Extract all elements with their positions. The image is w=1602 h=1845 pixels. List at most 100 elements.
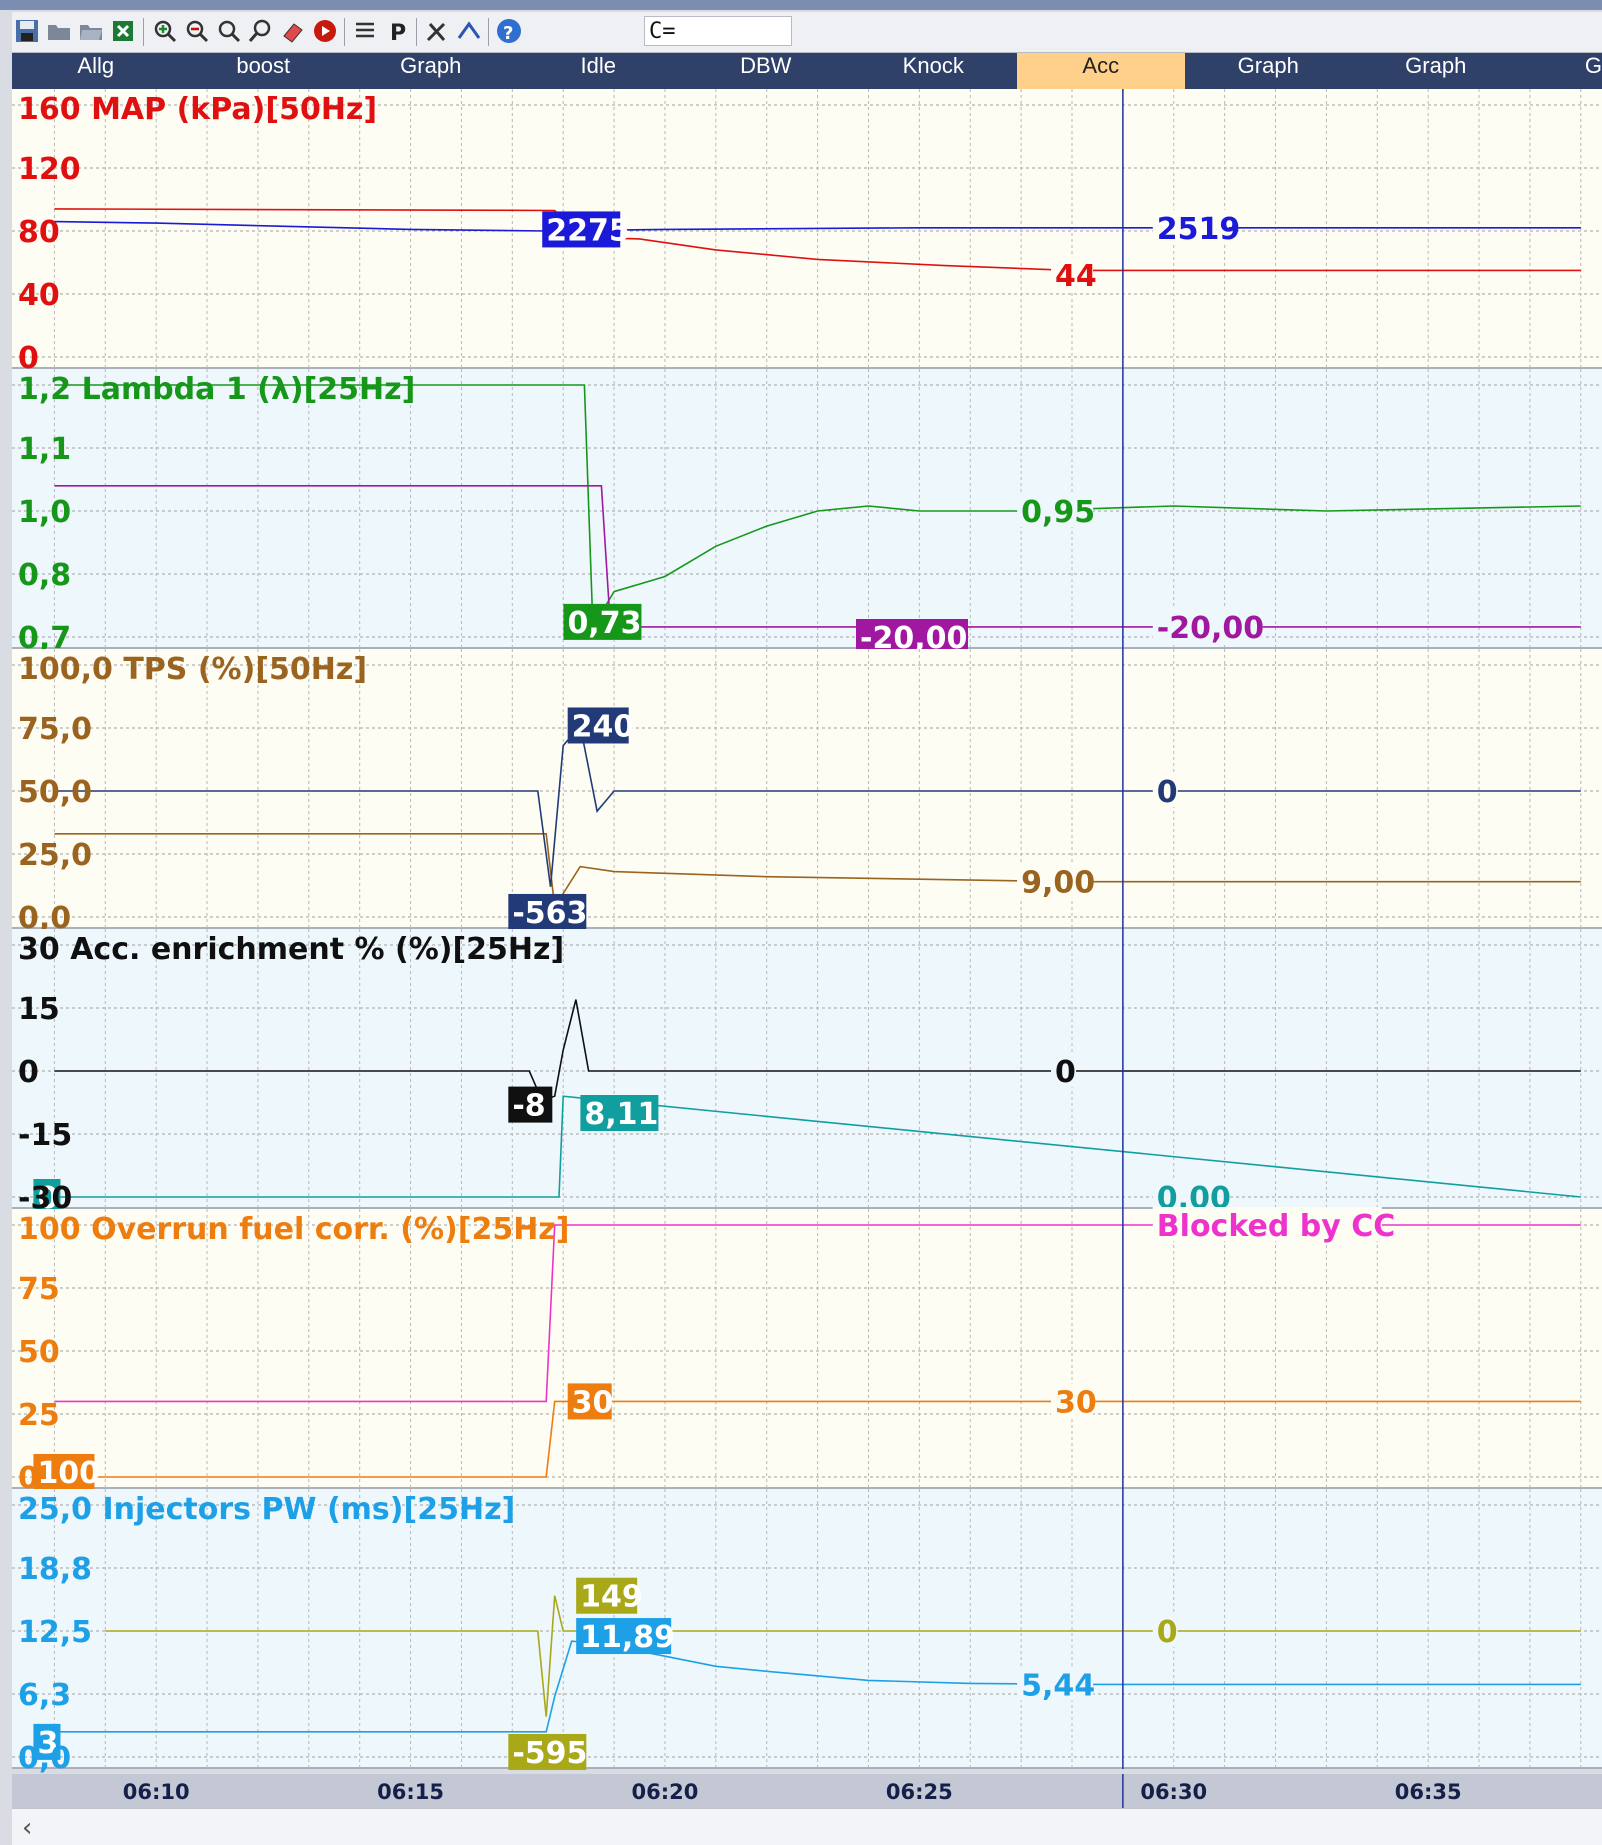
value-label-map: 44 bbox=[1055, 259, 1097, 294]
panel-background bbox=[12, 649, 1602, 929]
open-icon[interactable] bbox=[44, 16, 74, 46]
scroll-left-icon[interactable]: ‹ bbox=[22, 1813, 32, 1843]
formula-field[interactable]: C= bbox=[644, 16, 792, 46]
value-label-overrun2: Blocked by CC bbox=[1157, 1209, 1395, 1244]
help-icon[interactable]: ? bbox=[494, 16, 524, 46]
tab-bar: AllgboostGraphIdleDBWKnockAccGraphGraphG… bbox=[12, 53, 1602, 89]
zoom-out-icon[interactable] bbox=[182, 16, 212, 46]
panel-4: 30 30 100 Blocked by CC 100 Overrun fuel cor… bbox=[12, 1207, 1602, 1496]
tab-knock-5[interactable]: Knock bbox=[850, 53, 1018, 89]
value-label-inj: 5,44 bbox=[1021, 1668, 1095, 1703]
tab-graph-8[interactable]: Graph bbox=[1352, 53, 1520, 89]
title-strip bbox=[0, 0, 1602, 10]
value-label-inj2: 149 bbox=[580, 1580, 643, 1615]
y-tick-label: 15 bbox=[18, 992, 60, 1027]
x-tick-label: 06:35 bbox=[1395, 1780, 1462, 1804]
panel-0: 4422752519160 MAP (kPa)[50Hz]12080400 bbox=[12, 89, 1602, 376]
tools-icon[interactable] bbox=[422, 16, 452, 46]
excel-export-icon[interactable] bbox=[108, 16, 138, 46]
tab-graph-2[interactable]: Graph bbox=[347, 53, 515, 89]
zoom-in-icon[interactable] bbox=[150, 16, 180, 46]
window-edge bbox=[0, 10, 12, 1844]
y-tick-label: 6,3 bbox=[18, 1678, 71, 1713]
value-label-tps_rate: 0 bbox=[1157, 775, 1178, 810]
value-label-rpm: 2275 bbox=[546, 213, 630, 248]
value-label-acc2: 8,11 bbox=[584, 1097, 658, 1132]
zoom-fit-icon[interactable] bbox=[214, 16, 244, 46]
value-label-lambda: 0,73 bbox=[567, 606, 641, 641]
value-label-rpm: 2519 bbox=[1157, 212, 1241, 247]
value-label-acc: -8 bbox=[512, 1089, 545, 1124]
y-tick-label: 25,0 bbox=[18, 838, 92, 873]
y-tick-label: 0,0 bbox=[18, 1741, 71, 1774]
panel-title: 25,0 Injectors PW (ms)[25Hz] bbox=[18, 1492, 515, 1527]
panel-title: 160 MAP (kPa)[50Hz] bbox=[18, 92, 377, 127]
y-tick-label: 1,1 bbox=[18, 432, 71, 467]
time-axis: 06:10 06:15 06:20 06:25 06:30 06:35 bbox=[12, 1774, 1602, 1808]
y-tick-label: 120 bbox=[18, 152, 81, 187]
open-folder-icon[interactable] bbox=[76, 16, 106, 46]
value-label-acc: 0 bbox=[1055, 1055, 1076, 1090]
list-icon[interactable] bbox=[350, 16, 380, 46]
panel-3: -808,1100,0030 Acc. enrichment % (%)[25H… bbox=[12, 929, 1602, 1216]
panel-background bbox=[12, 1209, 1602, 1489]
tab-gra-9[interactable]: Gra bbox=[1520, 53, 1602, 89]
tab-boost-1[interactable]: boost bbox=[180, 53, 348, 89]
panel-background bbox=[12, 929, 1602, 1209]
svg-text:?: ? bbox=[503, 23, 513, 44]
value-label-tps_rate: -563 bbox=[512, 896, 587, 931]
y-tick-label: 80 bbox=[18, 215, 60, 250]
value-label-lambda_target: -20,00 bbox=[1157, 611, 1264, 646]
horizontal-scrollbar[interactable]: ‹ bbox=[12, 1808, 1602, 1845]
y-tick-label: 40 bbox=[18, 278, 60, 313]
value-label-inj2: 0 bbox=[1157, 1615, 1178, 1650]
parameter-icon[interactable]: P bbox=[382, 16, 412, 46]
panel-title: 30 Acc. enrichment % (%)[25Hz] bbox=[18, 932, 564, 967]
panel-background bbox=[12, 1489, 1602, 1769]
value-label-inj2: -595 bbox=[512, 1736, 587, 1771]
panel-2: 9,00 240 -563 0 100,0 TPS (%)[50Hz] 75,0 50,0 2… bbox=[12, 649, 1602, 936]
y-tick-label: 75,0 bbox=[18, 712, 92, 747]
value-label-tps_rate: 240 bbox=[572, 709, 635, 744]
panel-title: 100,0 TPS (%)[50Hz] bbox=[18, 652, 367, 687]
value-label-overrun: 30 bbox=[1055, 1385, 1097, 1420]
panel-5: 11,895,443149-595025,0 Injectors PW (ms)… bbox=[12, 1489, 1602, 1774]
x-tick-label: 06:15 bbox=[377, 1780, 444, 1804]
y-tick-label: 0 bbox=[18, 1055, 39, 1090]
tab-allg-0[interactable]: Allg bbox=[12, 53, 180, 89]
y-tick-label: 25 bbox=[18, 1398, 60, 1433]
panel-title: 100 Overrun fuel corr. (%)[25Hz] bbox=[18, 1212, 569, 1247]
route-icon[interactable] bbox=[454, 16, 484, 46]
x-tick-label: 06:30 bbox=[1140, 1780, 1207, 1804]
svg-text:P: P bbox=[390, 21, 406, 44]
search-icon[interactable] bbox=[246, 16, 276, 46]
panel-background bbox=[12, 369, 1602, 649]
y-tick-label: 18,8 bbox=[18, 1552, 92, 1587]
value-label-lambda: 0,95 bbox=[1021, 495, 1095, 530]
panel-title: 1,2 Lambda 1 (λ)[25Hz] bbox=[18, 372, 415, 407]
record-icon[interactable] bbox=[310, 16, 340, 46]
y-tick-label: 12,5 bbox=[18, 1615, 92, 1650]
y-tick-label: 0,8 bbox=[18, 558, 71, 593]
value-label-tps: 9,00 bbox=[1021, 866, 1095, 901]
value-label-inj: 11,89 bbox=[580, 1620, 675, 1655]
log-chart[interactable]: 44 2275 2519 160 MAP (kPa)[50Hz] 120 80 40 0 0,7… bbox=[12, 89, 1602, 1774]
log-viewer-window: P ? C= AllgboostGraphIdleDBWKnockAccGrap… bbox=[0, 0, 1602, 1844]
save-icon[interactable] bbox=[12, 16, 42, 46]
toolbar: P ? C= bbox=[12, 12, 1602, 53]
tab-idle-3[interactable]: Idle bbox=[515, 53, 683, 89]
eraser-icon[interactable] bbox=[278, 16, 308, 46]
x-tick-label: 06:10 bbox=[123, 1780, 190, 1804]
tab-dbw-4[interactable]: DBW bbox=[682, 53, 850, 89]
y-tick-label: 1,0 bbox=[18, 495, 71, 530]
y-tick-label: 75 bbox=[18, 1272, 60, 1307]
tab-acc-6[interactable]: Acc bbox=[1017, 53, 1185, 89]
x-tick-label: 06:25 bbox=[886, 1780, 953, 1804]
tab-graph-7[interactable]: Graph bbox=[1185, 53, 1353, 89]
value-label-overrun: 30 bbox=[572, 1385, 614, 1420]
y-tick-label: -15 bbox=[18, 1118, 72, 1153]
y-tick-label: 50 bbox=[18, 1335, 60, 1370]
y-tick-label: 50,0 bbox=[18, 775, 92, 810]
value-label-overrun: 100 bbox=[37, 1456, 100, 1491]
x-tick-label: 06:20 bbox=[632, 1780, 699, 1804]
